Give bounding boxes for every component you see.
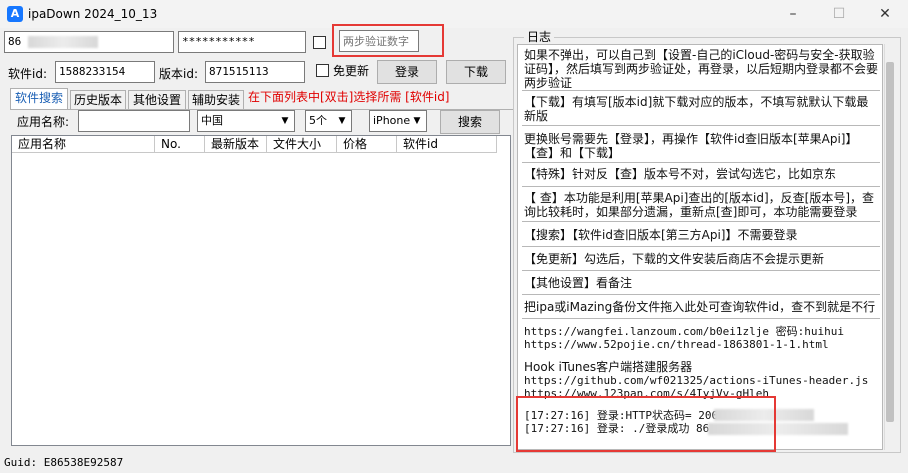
- column-header-latest-version[interactable]: 最新版本: [205, 136, 267, 153]
- column-header-app-name[interactable]: 应用名称: [12, 136, 155, 153]
- log-entry: 【搜索】【软件id查旧版本[第三方Api]】不需要登录: [524, 228, 798, 242]
- password-field[interactable]: ***********: [178, 31, 306, 53]
- softid-input[interactable]: 1588233154: [55, 61, 155, 83]
- log-entry: 【特殊】针对反【查】版本号不对，尝试勾选它，比如京东: [524, 167, 837, 181]
- app-store-icon: A: [7, 6, 23, 22]
- log-entry: 如果不弹出，可以自己到【设置-自己的iCloud-密码与安全-获取验证码】，然后…: [524, 48, 879, 90]
- version-input[interactable]: 871515113: [205, 61, 305, 83]
- link-text: https://www.52pojie.cn/thread-1863801-1-…: [524, 338, 829, 351]
- log-textbox[interactable]: 如果不弹出，可以自己到【设置-自己的iCloud-密码与安全-获取验证码】，然后…: [517, 44, 883, 450]
- link-text: https://github.com/wf021325/actions-iTun…: [524, 374, 869, 387]
- hook-title: Hook iTunes客户端搭建服务器: [524, 360, 693, 374]
- version-label: 版本id:: [159, 67, 198, 81]
- column-header-file-size[interactable]: 文件大小: [267, 136, 337, 153]
- noupdate-checkbox[interactable]: [316, 64, 329, 77]
- country-value: 中国: [201, 114, 223, 127]
- log-entry: 更换账号需要先【登录】，再操作【软件id查旧版本[苹果Api]】【查】和【下载】: [524, 132, 858, 160]
- chevron-down-icon: ▼: [281, 116, 289, 126]
- tab-assist-install[interactable]: 辅助安装: [188, 90, 244, 110]
- log-entry: 【下载】有填写[版本id]就下载对应的版本，不填写就默认下载最新版: [524, 95, 869, 123]
- count-value: 5个: [309, 114, 327, 127]
- tab-other-settings[interactable]: 其他设置: [128, 90, 186, 110]
- log-separator: [522, 318, 880, 319]
- download-button[interactable]: 下载: [446, 60, 506, 84]
- app-name-input[interactable]: [78, 110, 190, 132]
- tab-history-version[interactable]: 历史版本: [70, 90, 126, 110]
- log-entry: 【免更新】勾选后，下载的文件安装后商店不会提示更新: [524, 252, 825, 266]
- log-separator: [522, 246, 880, 247]
- highlight-box-status: [516, 396, 776, 452]
- app-name-label: 应用名称:: [17, 115, 70, 129]
- chevron-down-icon: ▼: [338, 116, 346, 126]
- maximize-button[interactable]: ☐: [816, 0, 862, 28]
- chevron-down-icon: ▼: [413, 116, 421, 126]
- log-entry: 【其他设置】看备注: [524, 276, 633, 290]
- account-field[interactable]: 86: [4, 31, 174, 53]
- column-header-software-id[interactable]: 软件id: [397, 136, 497, 153]
- window-title: ipaDown 2024_10_13: [28, 7, 158, 21]
- log-separator: [522, 125, 880, 126]
- log-entry: 把ipa或iMazing备份文件拖入此处可查询软件id，查不到就是不行: [524, 300, 876, 314]
- device-value: iPhone: [373, 114, 411, 127]
- log-scrollbar-thumb[interactable]: [886, 62, 894, 422]
- twofactor-input[interactable]: [339, 30, 419, 52]
- log-separator: [522, 294, 880, 295]
- guid-status: Guid: E86538E92587: [4, 456, 124, 469]
- remember-checkbox[interactable]: [313, 36, 326, 49]
- login-button[interactable]: 登录: [377, 60, 437, 84]
- account-value: 86: [8, 35, 22, 48]
- log-separator: [522, 270, 880, 271]
- log-separator: [522, 221, 880, 222]
- count-select[interactable]: 5个 ▼: [305, 110, 352, 132]
- device-select[interactable]: iPhone ▼: [369, 110, 427, 132]
- log-entry: 【 查】本功能是利用[苹果Api]查出的[版本id]，反查[版本号]，查询比较耗…: [524, 191, 875, 219]
- results-table[interactable]: 应用名称 No. 最新版本 文件大小 价格 软件id: [11, 135, 511, 446]
- link-text: https://wangfei.lanzoum.com/b0ei1zlje 密码…: [524, 325, 845, 338]
- log-separator: [522, 162, 880, 163]
- log-separator: [522, 186, 880, 187]
- softid-label: 软件id:: [8, 67, 47, 81]
- account-redacted: [27, 36, 98, 48]
- search-button[interactable]: 搜索: [440, 110, 500, 134]
- tab-software-search[interactable]: 软件搜索: [10, 88, 68, 110]
- column-header-price[interactable]: 价格: [337, 136, 397, 153]
- column-header-no[interactable]: No.: [155, 136, 205, 153]
- log-separator: [522, 90, 880, 91]
- close-button[interactable]: ✕: [862, 0, 908, 28]
- tab-hint: 在下面列表中[双击]选择所需 [软件id]: [248, 90, 450, 104]
- minimize-button[interactable]: –: [770, 0, 816, 28]
- noupdate-label: 免更新: [333, 64, 370, 78]
- country-select[interactable]: 中国 ▼: [197, 110, 295, 132]
- log-group-label: 日志: [524, 29, 555, 45]
